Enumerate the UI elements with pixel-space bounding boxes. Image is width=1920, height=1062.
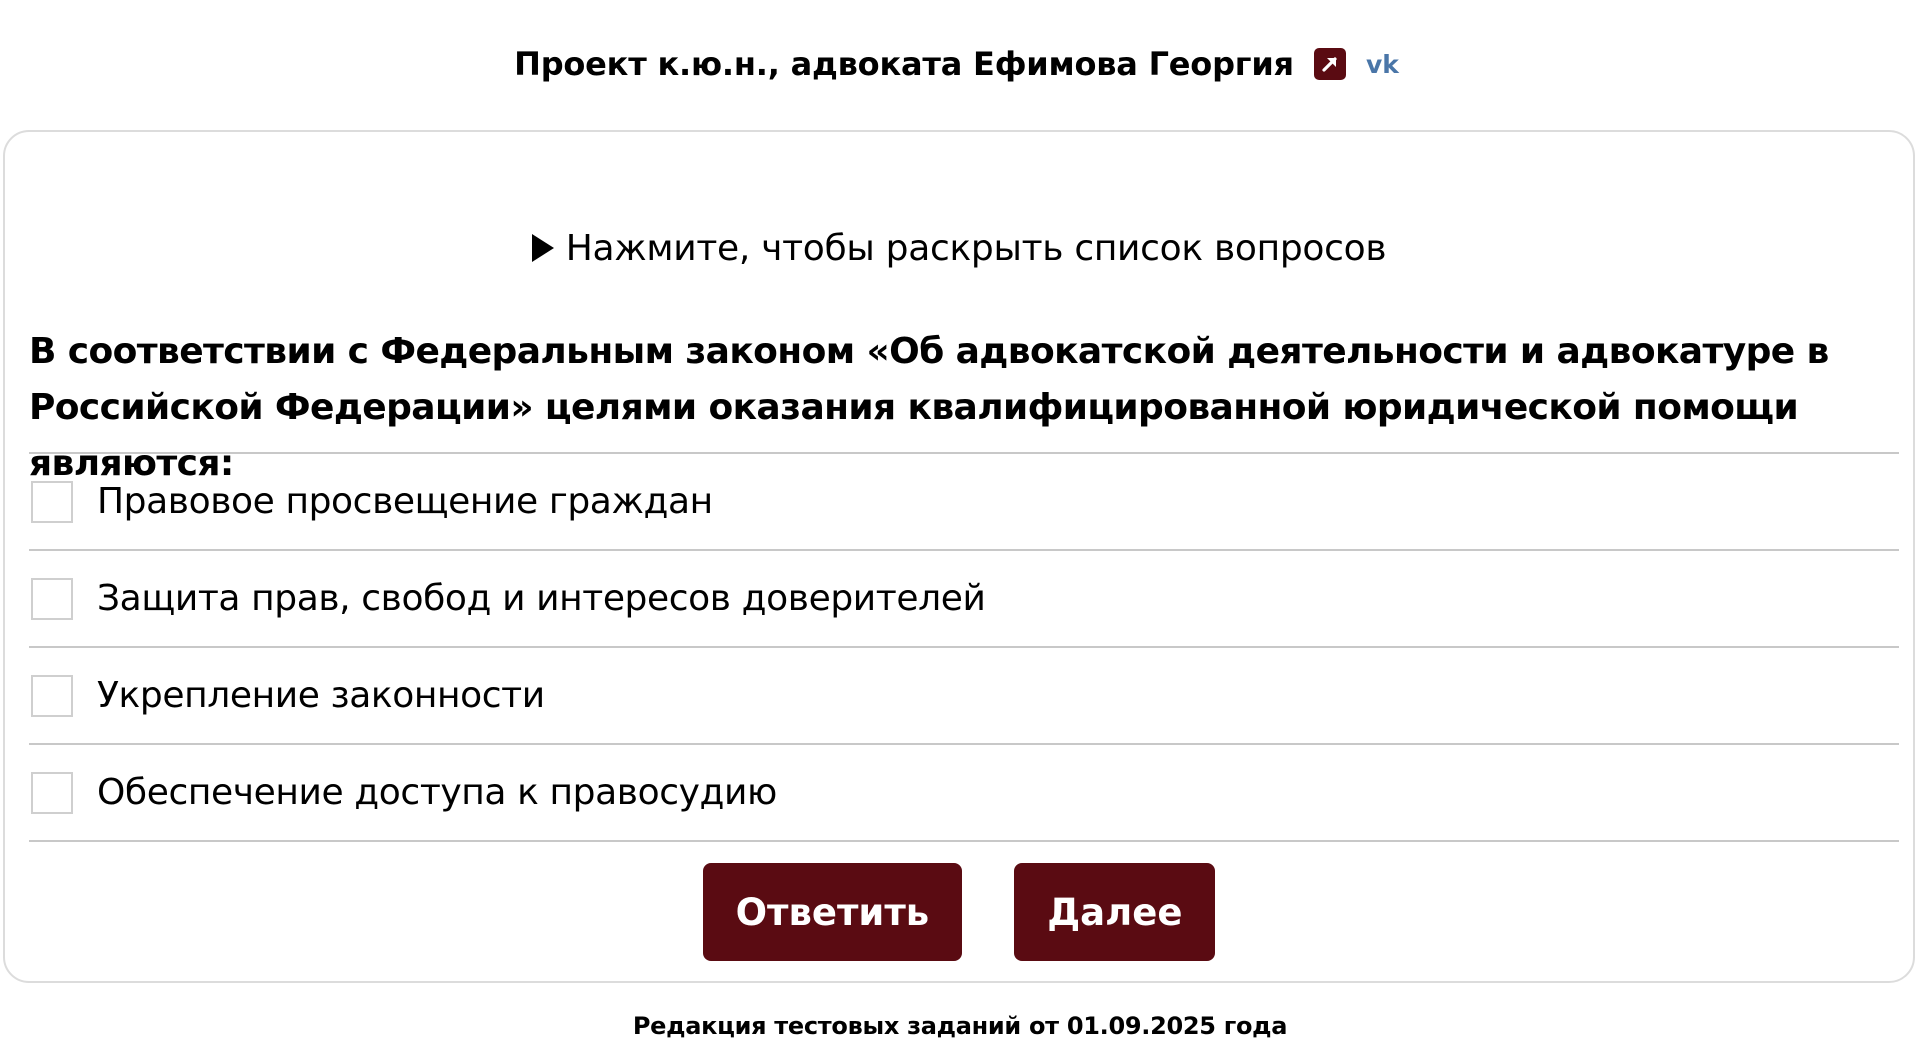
- vk-logo-text: vk: [1366, 52, 1400, 76]
- action-buttons: Ответить Далее: [5, 863, 1913, 961]
- external-link-icon[interactable]: [1313, 48, 1346, 80]
- question-list-toggle[interactable]: Нажмите, чтобы раскрыть список вопросов: [5, 220, 1913, 276]
- option-item[interactable]: Обеспечение доступа к правосудию: [29, 745, 1899, 842]
- option-checkbox[interactable]: [31, 771, 73, 814]
- option-label: Правовое просвещение граждан: [97, 481, 713, 522]
- project-title: Проект к.ю.н., адвоката Ефимова Георгия: [514, 45, 1294, 83]
- site-header: Проект к.ю.н., адвоката Ефимова Георгия …: [0, 32, 1920, 96]
- answer-options: Правовое просвещение граждан Защита прав…: [29, 452, 1899, 842]
- option-label: Укрепление законности: [97, 675, 545, 716]
- option-item[interactable]: Укрепление законности: [29, 648, 1899, 745]
- revision-note: Редакция тестовых заданий от 01.09.2025 …: [632, 1012, 1288, 1040]
- option-checkbox[interactable]: [31, 674, 73, 717]
- vk-icon[interactable]: vk: [1366, 48, 1406, 80]
- option-label: Защита прав, свобод и интересов доверите…: [97, 578, 986, 619]
- answer-button[interactable]: Ответить: [702, 863, 963, 961]
- question-card: Нажмите, чтобы раскрыть список вопросов …: [3, 130, 1915, 983]
- question-list-toggle-label: Нажмите, чтобы раскрыть список вопросов: [565, 227, 1387, 269]
- triangle-right-icon: [531, 234, 554, 262]
- option-checkbox[interactable]: [31, 577, 73, 620]
- option-label: Обеспечение доступа к правосудию: [97, 772, 777, 813]
- next-button[interactable]: Далее: [1014, 863, 1216, 961]
- option-checkbox[interactable]: [31, 480, 73, 523]
- option-item[interactable]: Защита прав, свобод и интересов доверите…: [29, 551, 1899, 648]
- option-item[interactable]: Правовое просвещение граждан: [29, 454, 1899, 551]
